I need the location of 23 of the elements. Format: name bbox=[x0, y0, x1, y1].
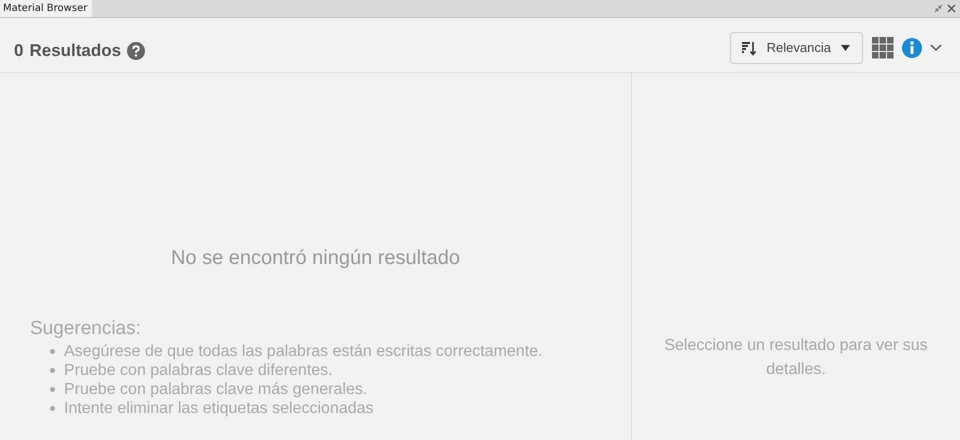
details-hint-message: Seleccione un resultado para ver sus detalles. bbox=[663, 336, 929, 380]
sort-dropdown[interactable]: Relevancia bbox=[730, 32, 863, 64]
sort-icon bbox=[740, 40, 757, 56]
bullet-icon bbox=[50, 368, 55, 373]
result-count: 0 bbox=[14, 41, 24, 61]
chevron-down-icon[interactable] bbox=[930, 44, 942, 52]
bullet-icon bbox=[50, 387, 55, 392]
suggestion-text: Asegúrese de que todas las palabras están escritas correctamente. bbox=[64, 342, 542, 361]
bullet-icon bbox=[50, 406, 55, 411]
results-label: Resultados bbox=[29, 41, 122, 61]
suggestion-text: Pruebe con palabras clave diferentes. bbox=[64, 361, 333, 380]
info-icon[interactable] bbox=[902, 38, 922, 58]
suggestion-text: Intente eliminar las etiquetas seleccionadas bbox=[64, 399, 374, 418]
bullet-icon bbox=[50, 349, 55, 354]
suggestions-heading: Sugerencias: bbox=[30, 318, 142, 340]
caret-icon bbox=[841, 44, 850, 50]
suggestion-text: Pruebe con palabras clave más generales. bbox=[64, 380, 368, 399]
help-icon[interactable] bbox=[127, 42, 146, 60]
close-icon[interactable] bbox=[947, 4, 956, 13]
collapse-icon[interactable] bbox=[934, 4, 943, 13]
panel-tab[interactable]: Material Browser bbox=[0, 0, 92, 17]
empty-message: No se encontró ningún resultado bbox=[170, 247, 462, 270]
grid-view-icon[interactable] bbox=[872, 36, 894, 58]
